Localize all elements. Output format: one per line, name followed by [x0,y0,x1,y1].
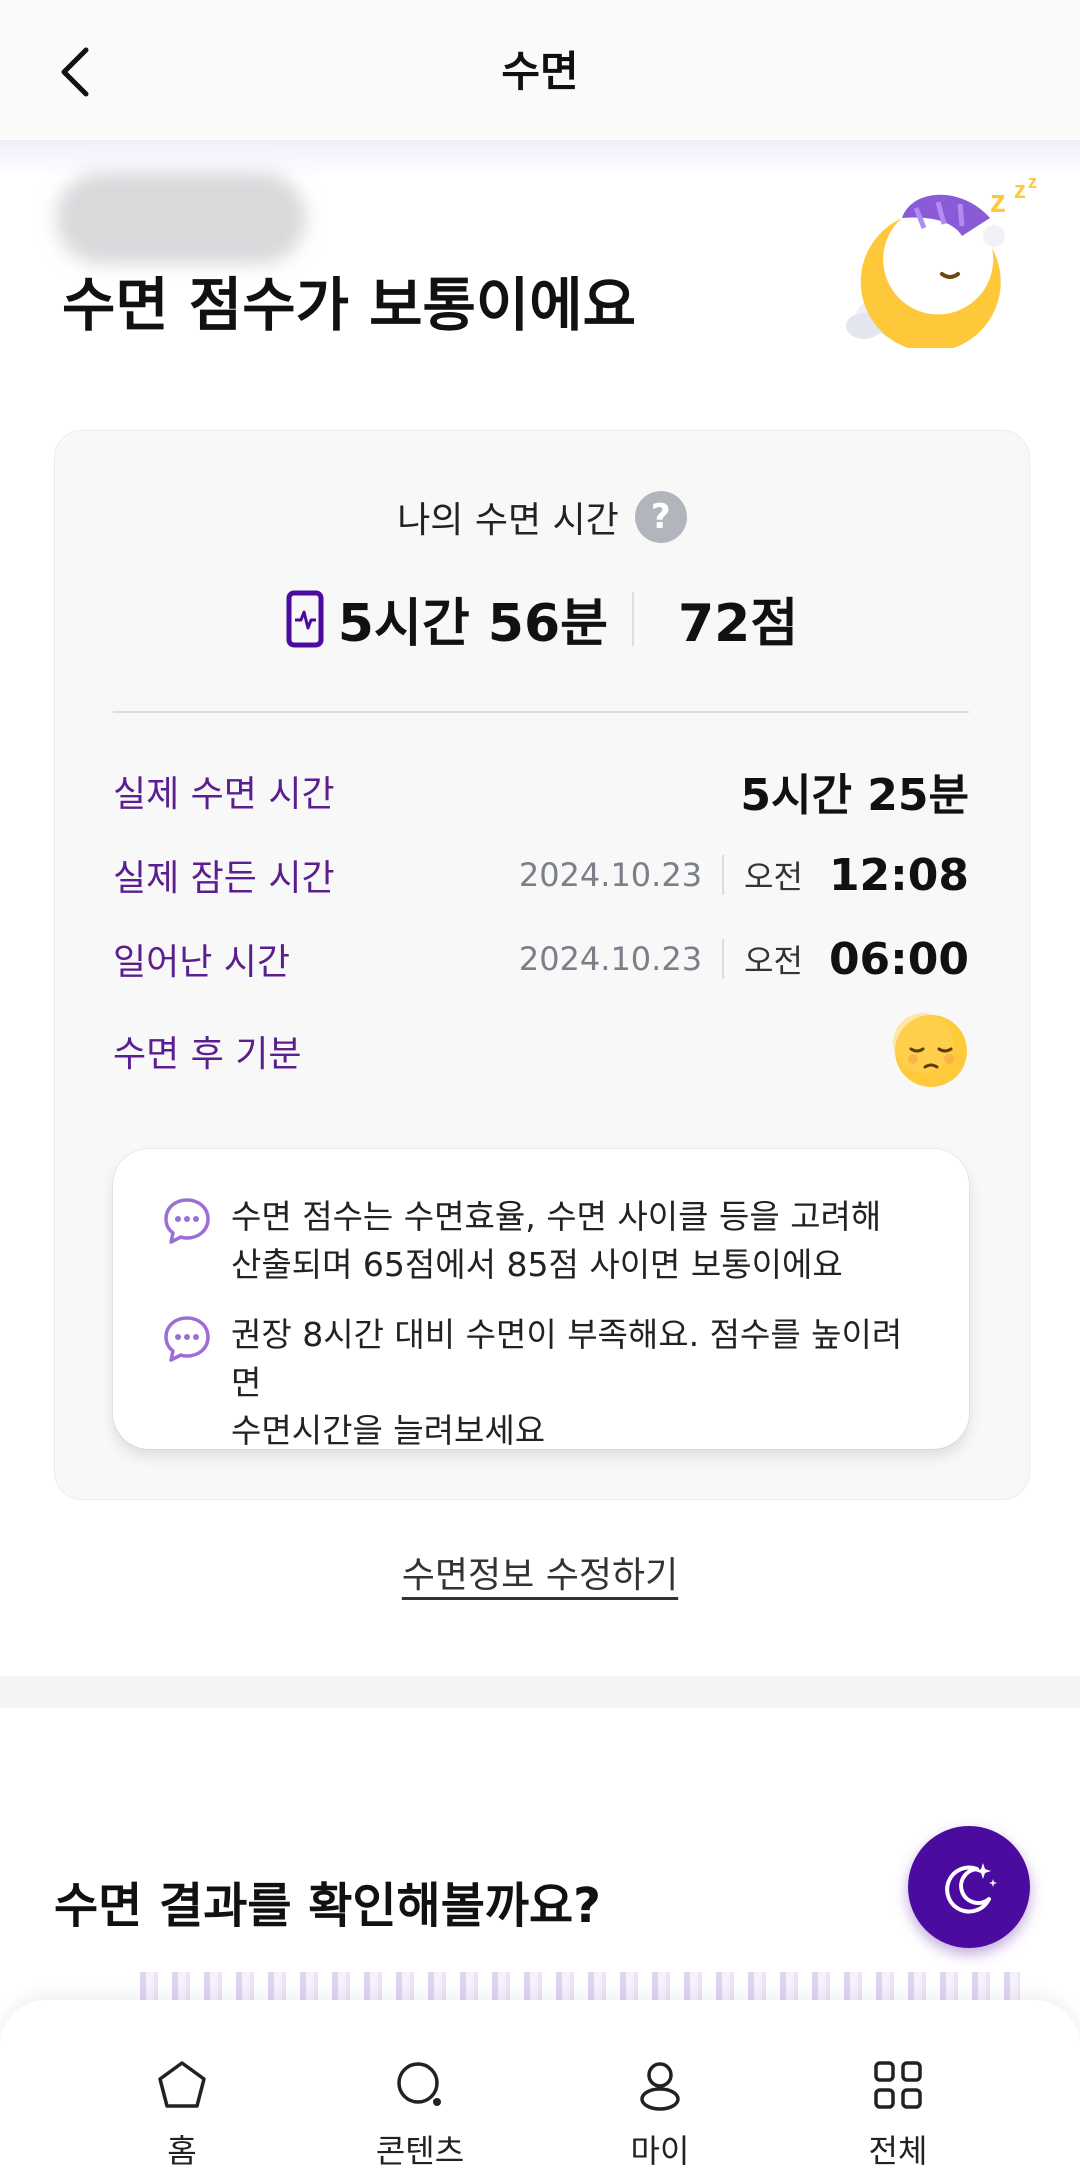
row-label: 수면 후 기분 [113,1034,302,1075]
page-title: 수면 [501,47,579,96]
nav-all[interactable]: 전체 [808,2058,988,2172]
chat-bubble-icon [164,1316,210,1362]
sleep-score-info-box: 수면 점수는 수면효율, 수면 사이클 등을 고려해 산출되며 65점에서 85… [113,1149,969,1450]
sleep-chart-preview [140,1972,1020,2002]
fell-asleep-row: 실제 잠든 시간 2024.10.23 오전 12:08 [113,845,969,905]
card-divider [113,711,969,713]
bottom-navigation: 홈 콘텐츠 마이 전체 [0,2000,1080,2182]
nav-my[interactable]: 마이 [570,2058,750,2172]
nav-contents[interactable]: 콘텐츠 [330,2058,510,2172]
fell-asleep-time: 12:08 [828,849,969,901]
wake-up-time: 06:00 [828,933,969,985]
note-line: 산출되며 65점에서 85점 사이면 보통이에요 [231,1245,843,1284]
svg-text:z: z [990,183,1006,219]
my-sleep-time-heading: 나의 수면 시간 ? [55,491,1029,543]
info-note: 수면 점수는 수면효율, 수면 사이클 등을 고려해 산출되며 65점에서 85… [161,1193,921,1289]
section-divider [0,1676,1080,1708]
svg-text:z: z [1028,178,1037,192]
home-icon [158,2061,206,2108]
sleep-summary: 5시간 56분 72점 [55,581,1029,656]
nav-label: 마이 [630,2132,690,2170]
help-icon[interactable]: ? [634,491,687,543]
wake-up-date: 2024.10.23 [518,940,703,978]
user-icon [640,2062,680,2111]
actual-sleep-time-row: 실제 수면 시간 5시간 25분 [113,761,969,821]
nav-home[interactable]: 홈 [92,2058,272,2172]
sleep-score: 72점 [677,594,799,654]
phone-device-icon [286,590,324,647]
note-line: 수면 점수는 수면효율, 수면 사이클 등을 고려해 [231,1197,882,1236]
moon-stars-icon [945,1863,997,1914]
edit-sleep-info-link[interactable]: 수면정보 수정하기 [402,1555,678,1596]
summary-divider [631,591,634,646]
note-line: 수면시간을 늘려보세요 [231,1411,546,1450]
wake-up-ampm: 오전 [744,942,803,980]
separator [722,855,725,895]
sleep-result-title: 수면 결과를 확인해볼까요? [54,1878,602,1934]
blurred-user-name [56,172,306,264]
fell-asleep-ampm: 오전 [744,858,803,896]
row-label: 실제 잠든 시간 [113,858,335,899]
nav-label: 홈 [167,2132,197,2170]
sleeping-moon-illustration: z z z [846,178,1037,348]
row-label: 실제 수면 시간 [113,774,335,815]
nav-label: 전체 [868,2132,928,2170]
note-line: 권장 8시간 대비 수면이 부족해요. 점수를 높이려면 [231,1315,903,1402]
wake-up-row: 일어난 시간 2024.10.23 오전 06:00 [113,929,969,989]
sleep-score-headline: 수면 점수가 보통이에요 [62,271,636,339]
separator [722,939,725,979]
sleepy-face-icon [893,1013,967,1087]
sleep-summary-card: 나의 수면 시간 ? 5시간 56분 72점 실제 수면 시간 5시간 25분 … [54,430,1030,1500]
svg-text:z: z [1014,178,1026,204]
grid-icon [874,2061,922,2109]
total-sleep-time: 5시간 56분 [337,594,608,654]
nav-label: 콘텐츠 [375,2132,465,2170]
actual-sleep-duration: 5시간 25분 [740,770,969,821]
fell-asleep-date: 2024.10.23 [518,856,703,894]
search-icon [397,2062,441,2106]
app-header: 수면 [0,0,1080,141]
mood-after-sleep-row: 수면 후 기분 [113,1013,969,1087]
edit-sleep-info: 수면정보 수정하기 [0,1546,1080,1598]
my-sleep-time-label: 나의 수면 시간 [397,500,619,541]
chat-bubble-icon [164,1198,210,1244]
row-label: 일어난 시간 [113,942,291,983]
info-note: 권장 8시간 대비 수면이 부족해요. 점수를 높이려면 수면시간을 늘려보세요 [161,1311,921,1455]
sleep-mode-button[interactable] [908,1826,1030,1948]
